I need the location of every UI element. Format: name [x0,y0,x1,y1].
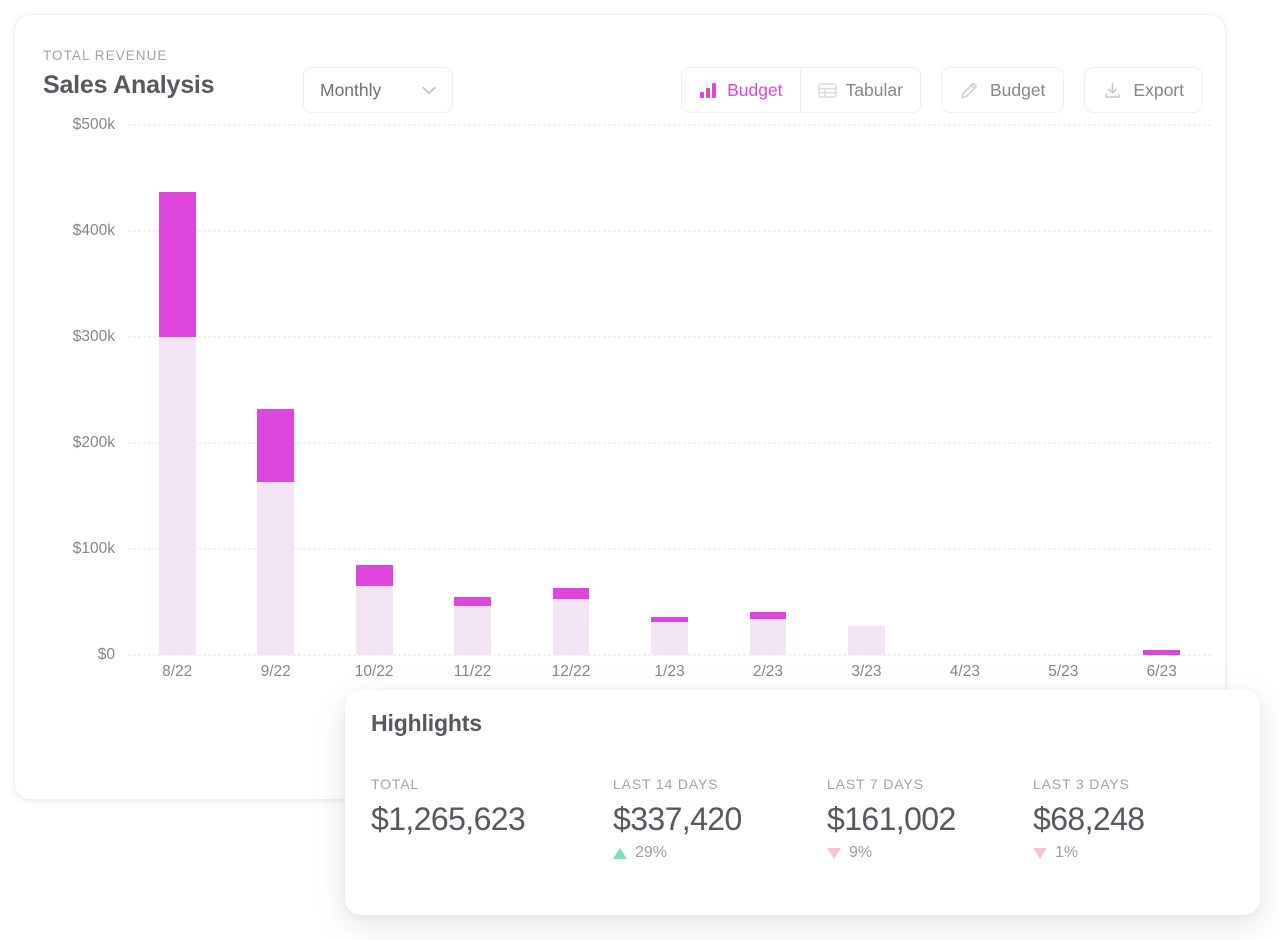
bar-segment-total [159,337,196,655]
highlight-metric-value: $1,265,623 [371,797,613,841]
bar-column[interactable] [553,125,590,655]
bar-segment-budget [257,409,294,482]
trend-up-icon [613,848,627,859]
view-mode-segmented-control: Budget Tabular [681,67,921,113]
period-select-value: Monthly [320,80,422,101]
bar-segment-total [257,482,294,655]
export-button[interactable]: Export [1084,67,1203,113]
y-axis: $0$100k$200k$300k$400k$500k [15,125,123,655]
bar-segment-budget [159,192,196,337]
tab-budget-chart-label: Budget [727,80,782,101]
edit-budget-button[interactable]: Budget [941,67,1064,113]
bar-segment-total [454,606,491,655]
highlight-metric-delta: 9% [827,844,1033,862]
bar-chart-icon [699,81,718,99]
highlight-metric-delta-value: 9% [849,844,872,862]
dashboard-root: TOTAL REVENUE Sales Analysis Monthly [0,0,1280,940]
trend-down-icon [1033,848,1047,859]
highlight-metric: TOTAL $1,265,623 [371,776,613,862]
tab-tabular-label: Tabular [846,80,903,101]
bar-segment-budget [553,588,590,599]
card-header: TOTAL REVENUE Sales Analysis Monthly [15,15,1225,125]
trend-down-icon [827,848,841,859]
highlights-card: Highlights TOTAL $1,265,623LAST 14 DAYS $3… [345,690,1260,915]
x-axis-tick-label: 3/23 [851,663,881,681]
bar-column[interactable] [750,125,787,655]
bar-segment-budget [454,597,491,607]
bar-column[interactable] [257,125,294,655]
title-block: TOTAL REVENUE Sales Analysis [43,47,214,102]
pencil-icon [960,81,979,100]
y-axis-tick-label: $400k [73,222,115,240]
tab-budget-chart[interactable]: Budget [682,68,799,112]
bar-segment-budget [651,617,688,622]
bar-column[interactable] [848,125,885,655]
highlight-metric: LAST 14 DAYS $337,420 29% [613,776,827,862]
bar-segment-total [848,626,885,655]
bar-column[interactable] [159,125,196,655]
highlight-metric-delta-value: 29% [635,844,667,862]
bar-series [128,125,1211,655]
highlight-metric: LAST 3 DAYS $68,248 1% [1033,776,1233,862]
bar-segment-total [750,619,787,655]
highlight-metric-delta-value: 1% [1055,844,1078,862]
highlight-metric-value: $68,248 [1033,797,1233,841]
x-axis-tick-label: 11/22 [454,663,492,681]
x-axis-tick-label: 1/23 [654,663,684,681]
x-axis-tick-label: 10/22 [355,663,394,681]
x-axis: 8/22 9/22 10/22 11/22 12/22 1/23 2/23 3/23 4/23 5… [128,663,1211,693]
x-axis-tick-label: 2/23 [753,663,783,681]
bar-segment-total [356,586,393,655]
highlight-metric-delta: 1% [1033,844,1233,862]
bar-column[interactable] [356,125,393,655]
card-toolbar: Budget Tabular [681,67,1203,113]
highlight-metric-label: TOTAL [371,776,613,792]
export-label: Export [1133,80,1184,101]
bar-column[interactable] [1045,125,1082,655]
card-eyebrow: TOTAL REVENUE [43,47,214,65]
highlight-metric-value: $161,002 [827,797,1033,841]
highlights-title: Highlights [371,710,482,737]
x-axis-tick-label: 12/22 [552,663,591,681]
highlight-metric-delta: 29% [613,844,827,862]
bar-segment-budget [356,565,393,586]
y-axis-tick-label: $0 [98,646,115,664]
x-axis-tick-label: 8/22 [162,663,192,681]
bar-column[interactable] [1143,125,1180,655]
page-title: Sales Analysis [43,68,214,102]
table-icon [818,82,837,99]
highlights-metrics: TOTAL$1,265,623LAST 14 DAYS$337,42029%LA… [371,776,1240,862]
highlight-metric: LAST 7 DAYS $161,002 9% [827,776,1033,862]
highlight-metric-value: $337,420 [613,797,827,841]
period-select[interactable]: Monthly [303,67,453,113]
tab-tabular[interactable]: Tabular [800,68,920,112]
y-axis-tick-label: $200k [73,434,115,452]
x-axis-tick-label: 6/23 [1147,663,1177,681]
bar-column[interactable] [651,125,688,655]
bar-segment-budget [1143,650,1180,655]
x-axis-tick-label: 5/23 [1048,663,1078,681]
highlight-metric-label: LAST 3 DAYS [1033,776,1233,792]
y-axis-tick-label: $100k [73,540,115,558]
bar-segment-budget [750,612,787,619]
x-axis-tick-label: 9/22 [261,663,291,681]
bar-column[interactable] [946,125,983,655]
bar-segment-total [553,599,590,655]
highlight-metric-label: LAST 7 DAYS [827,776,1033,792]
bar-segment-total [651,622,688,655]
y-axis-tick-label: $500k [73,116,115,134]
bar-column[interactable] [454,125,491,655]
y-axis-tick-label: $300k [73,328,115,346]
highlight-metric-label: LAST 14 DAYS [613,776,827,792]
download-icon [1103,81,1122,100]
chevron-down-icon [422,86,436,95]
edit-budget-label: Budget [990,80,1045,101]
x-axis-tick-label: 4/23 [950,663,980,681]
sales-analysis-card: TOTAL REVENUE Sales Analysis Monthly [14,14,1226,800]
